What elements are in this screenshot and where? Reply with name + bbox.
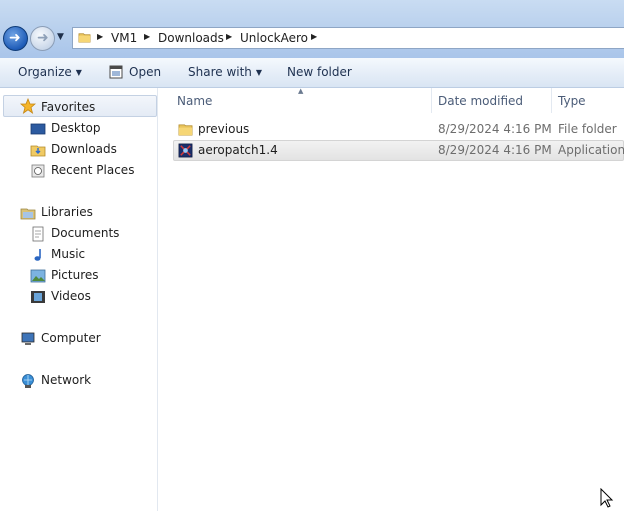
chevron-down-icon: ▼: [255, 68, 263, 77]
back-button[interactable]: ➜: [3, 26, 28, 51]
folder-icon: [78, 33, 91, 43]
column-date-modified[interactable]: Date modified: [438, 94, 523, 108]
nav-music[interactable]: Music: [51, 247, 85, 265]
address-bar[interactable]: ▶ VM1 ▶ Downloads ▶ UnlockAero ▶: [72, 27, 624, 49]
back-arrow-icon: ➜: [9, 30, 21, 46]
organize-button[interactable]: Organize ▼: [18, 65, 82, 79]
computer-icon: [21, 332, 35, 345]
desktop-icon: [30, 123, 46, 135]
documents-icon: [32, 226, 44, 242]
file-date: 8/29/2024 4:16 PM: [438, 122, 552, 136]
nav-libraries[interactable]: Libraries: [41, 205, 93, 223]
title-bar: ➜ ➜ ▼ ▶ VM1 ▶ Downloads ▶ UnlockAero ▶: [0, 0, 624, 58]
forward-button[interactable]: ➜: [30, 26, 55, 51]
file-date: 8/29/2024 4:16 PM: [438, 143, 552, 157]
breadcrumb-unlockaero[interactable]: UnlockAero: [240, 31, 308, 45]
column-header-row: [158, 88, 624, 114]
file-type: File folder: [558, 122, 617, 136]
breadcrumb-arrow-icon[interactable]: ▶: [97, 32, 103, 41]
folder-icon: [178, 124, 193, 136]
music-icon: [34, 249, 41, 261]
recent-pages-dropdown-icon[interactable]: ▼: [57, 32, 67, 44]
application-window-icon: [109, 65, 123, 79]
nav-pictures[interactable]: Pictures: [51, 268, 99, 286]
sort-indicator-icon: ▲: [298, 87, 304, 95]
application-icon: [178, 143, 193, 158]
column-type[interactable]: Type: [558, 94, 586, 108]
breadcrumb-arrow-icon[interactable]: ▶: [226, 32, 232, 41]
column-divider[interactable]: [551, 88, 552, 113]
libraries-icon: [20, 208, 36, 220]
file-type: Application: [558, 143, 624, 157]
column-divider[interactable]: [431, 88, 432, 113]
videos-icon: [31, 291, 45, 303]
open-button[interactable]: Open: [129, 65, 161, 79]
pictures-icon: [30, 269, 46, 283]
downloads-folder-icon: [30, 145, 46, 157]
file-name: previous: [198, 122, 250, 136]
nav-computer[interactable]: Computer: [41, 331, 101, 349]
breadcrumb-vm1[interactable]: VM1: [111, 31, 137, 45]
breadcrumb-downloads[interactable]: Downloads: [158, 31, 224, 45]
command-bar: Organize ▼ Open Share with ▼ New folder: [0, 58, 624, 88]
organize-label: Organize: [18, 65, 72, 79]
file-name: aeropatch1.4: [198, 143, 278, 157]
recent-places-icon: [31, 164, 45, 178]
mouse-cursor-icon: [600, 488, 614, 508]
column-name[interactable]: Name: [177, 94, 212, 108]
breadcrumb-arrow-icon[interactable]: ▶: [144, 32, 150, 41]
network-icon: [22, 374, 34, 388]
chevron-down-icon: ▼: [75, 68, 82, 77]
nav-recent-places[interactable]: Recent Places: [51, 163, 134, 181]
breadcrumb-arrow-icon[interactable]: ▶: [311, 32, 317, 41]
share-with-button[interactable]: Share with ▼: [188, 65, 262, 79]
nav-downloads[interactable]: Downloads: [51, 142, 117, 160]
nav-documents[interactable]: Documents: [51, 226, 119, 244]
star-icon: [20, 98, 36, 114]
new-folder-button[interactable]: New folder: [287, 65, 352, 79]
forward-arrow-icon: ➜: [37, 30, 49, 46]
nav-videos[interactable]: Videos: [51, 289, 91, 307]
nav-favorites[interactable]: Favorites: [41, 100, 95, 118]
nav-network[interactable]: Network: [41, 373, 91, 391]
nav-desktop[interactable]: Desktop: [51, 121, 101, 139]
share-with-label: Share with: [188, 65, 252, 79]
